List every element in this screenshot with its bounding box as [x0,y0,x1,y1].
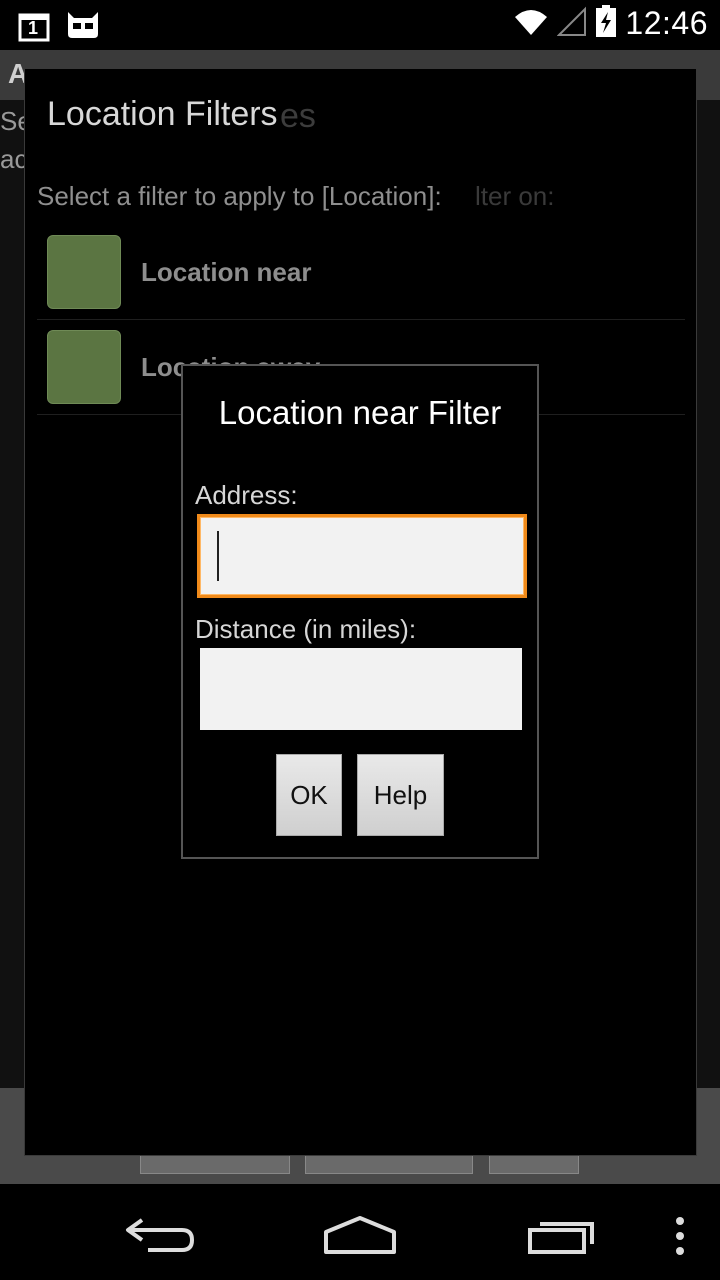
calendar-notification-icon: 1 [18,12,50,42]
text-caret [217,531,219,581]
inner-dialog-title: Location near Filter [218,394,502,431]
filter-item-location-near[interactable]: Location near [37,225,685,320]
ok-button[interactable]: OK [276,754,342,836]
recents-icon[interactable] [526,1216,598,1261]
filter-swatch [47,330,121,404]
address-input[interactable] [197,514,527,598]
distance-input[interactable] [200,648,522,730]
clock: 12:46 [625,5,708,41]
distance-label: Distance (in miles): [195,614,417,644]
filter-label: Location near [141,256,312,287]
home-icon[interactable] [322,1214,398,1261]
status-bar: 1 12:46 [0,0,720,50]
status-bar-left: 1 [18,8,102,45]
address-label: Address: [195,480,298,510]
wifi-icon [513,5,549,42]
location-near-filter-dialog: Location near Filter Address: Distance (… [181,364,539,859]
cyanogenmod-icon [64,8,102,45]
battery-charging-icon [595,4,617,43]
filter-prompt: Select a filter to apply to [Location]: [37,181,442,211]
back-icon[interactable] [122,1214,196,1259]
filter-swatch [47,235,121,309]
dialog-title: Location Filters [47,95,278,133]
cell-signal-icon [557,5,587,42]
ghost-prompt: lter on: [475,181,555,211]
notification-badge: 1 [28,17,39,38]
help-button[interactable]: Help [357,754,444,836]
ghost-title: es [280,97,316,135]
navigation-bar [0,1184,720,1280]
status-bar-right: 12:46 [513,4,708,43]
overflow-menu-icon[interactable] [674,1216,686,1261]
